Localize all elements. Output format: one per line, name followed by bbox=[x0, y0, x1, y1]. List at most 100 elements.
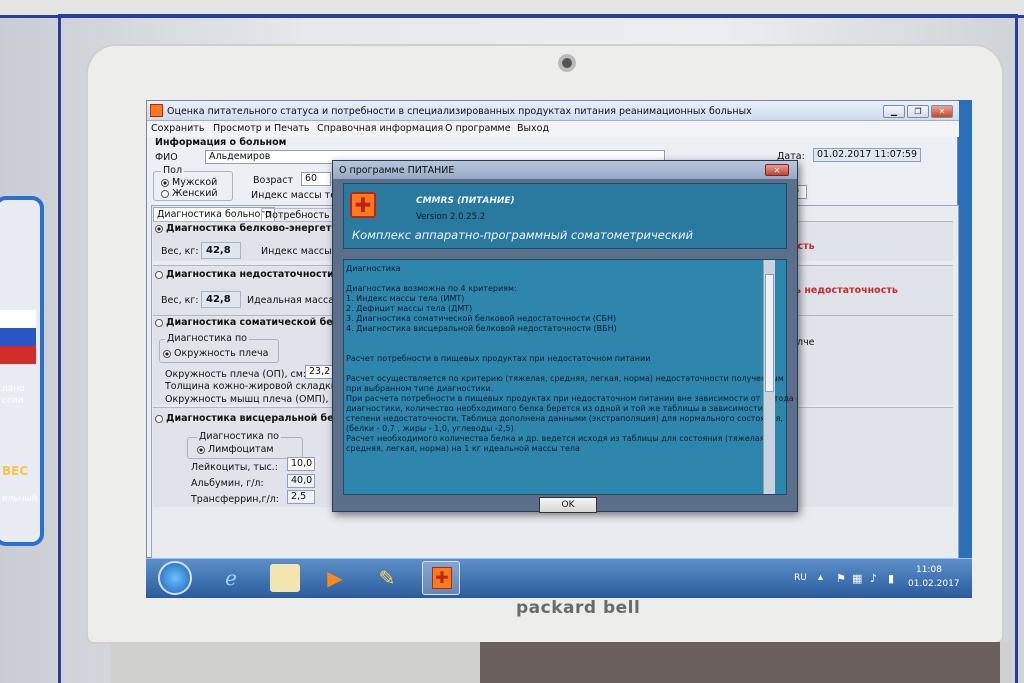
window-title: Оценка питательного статуса и потребност… bbox=[167, 106, 752, 117]
language-indicator[interactable]: RU bbox=[794, 573, 807, 583]
transferrin-label: Трансферрин,г/л: bbox=[191, 494, 279, 505]
product-subtitle: Комплекс аппаратно-программный соматомет… bbox=[352, 228, 693, 242]
pitanie-cross-icon: ✚ bbox=[432, 567, 452, 589]
text-line: диагностики, количество необходимого бел… bbox=[346, 404, 794, 414]
lymph-radio-label: Лимфоцитам bbox=[208, 444, 274, 455]
ie-icon[interactable]: ℯ bbox=[216, 564, 246, 592]
gender-label: Пол bbox=[161, 165, 184, 176]
text-line: Диагностика возможна по 4 критериям: bbox=[346, 284, 794, 294]
about-dialog: О программе ПИТАНИЕ ✕ ✚ CMMRS (ПИТАНИЕ) … bbox=[332, 160, 798, 512]
ideal-weight-label: Идеальная масса т bbox=[247, 295, 343, 306]
somatic-label: Диагностика соматической белк bbox=[166, 317, 346, 328]
clock-date[interactable]: 01.02.2017 bbox=[908, 579, 960, 589]
transferrin-input[interactable]: 2,5 bbox=[287, 490, 315, 504]
diag-by-label-2: Диагностика по bbox=[197, 431, 281, 442]
radio-lymph[interactable] bbox=[197, 446, 205, 454]
taskbar: ℯ ▶ ✎ ✚ RU ▴ ⚑ ▦ ♪ ▮ 11:08 01.02.2017 bbox=[146, 558, 972, 598]
dialog-close-icon[interactable]: ✕ bbox=[765, 164, 789, 176]
arm-radio[interactable]: Окружность плеча bbox=[163, 348, 268, 359]
text-line: Расчет необходимого количества белка и д… bbox=[346, 434, 794, 444]
tab-diagnostics[interactable]: Диагностика больного bbox=[153, 207, 275, 222]
radio-female[interactable] bbox=[161, 190, 169, 198]
start-button[interactable] bbox=[158, 561, 192, 595]
weight-input-1[interactable]: 42,8 bbox=[201, 242, 241, 259]
gender-female[interactable]: Женский bbox=[161, 188, 218, 199]
text-line: степени недостаточности. Таблица дополне… bbox=[346, 414, 794, 424]
text-line: 2. Дефицит массы тела (ДМТ) bbox=[346, 304, 794, 314]
text-line: При расчета потребности в пищевых продук… bbox=[346, 394, 794, 404]
protein-energy-radio[interactable]: Диагностика белково-энергетич bbox=[155, 223, 345, 234]
tray-flag-icon[interactable]: ⚑ bbox=[836, 572, 846, 585]
radio-male[interactable] bbox=[161, 179, 169, 187]
gender-male[interactable]: Мужской bbox=[161, 177, 217, 188]
somatic-radio[interactable]: Диагностика соматической белк bbox=[155, 317, 346, 328]
fio-label: ФИО bbox=[155, 152, 178, 163]
menu-save[interactable]: Сохранить bbox=[151, 123, 204, 134]
app-shortcut-icon[interactable]: ✎ bbox=[372, 564, 402, 592]
gender-female-label: Женский bbox=[172, 188, 218, 199]
title-bar[interactable]: Оценка питательного статуса и потребност… bbox=[147, 101, 959, 121]
tray-network-icon[interactable]: ▦ bbox=[852, 572, 862, 585]
side-text-2: ссии bbox=[2, 396, 24, 406]
media-player-icon[interactable]: ▶ bbox=[320, 564, 350, 592]
weight-label-1: Вес, кг: bbox=[161, 246, 199, 257]
pitanie-taskbar-icon[interactable]: ✚ bbox=[422, 561, 460, 595]
radio-somatic[interactable] bbox=[155, 319, 163, 327]
dialog-title-bar[interactable]: О программе ПИТАНИЕ ✕ bbox=[333, 161, 797, 179]
clock-time[interactable]: 11:08 bbox=[916, 565, 942, 575]
tray-arrow-icon[interactable]: ▴ bbox=[818, 572, 823, 583]
dialog-scrollbar[interactable] bbox=[763, 260, 775, 494]
dialog-text: Диагностика Диагностика возможна по 4 кр… bbox=[346, 264, 794, 454]
leuko-input[interactable]: 10,0 bbox=[287, 457, 315, 471]
age-label: Возраст bbox=[253, 175, 293, 186]
ok-button[interactable]: OK bbox=[539, 497, 597, 513]
leuko-label: Лейкоциты, тыс.: bbox=[191, 462, 278, 473]
text-line: 1. Индекс массы тела (ИМТ) bbox=[346, 294, 794, 304]
dialog-header: ✚ CMMRS (ПИТАНИЕ) Version 2.0.25.2 Компл… bbox=[343, 183, 787, 249]
muscle-label: Окружность мышц плеча (ОМП), см: bbox=[165, 394, 347, 405]
text-line: при выбранном типе диагностики. bbox=[346, 384, 794, 394]
lymph-radio[interactable]: Лимфоцитам bbox=[197, 444, 274, 455]
date-input[interactable]: 01.02.2017 11:07:59 bbox=[813, 148, 921, 162]
menu-print[interactable]: Просмотр и Печать bbox=[213, 123, 310, 134]
close-icon[interactable]: ✕ bbox=[931, 105, 953, 118]
albumin-label: Альбумин, г/л: bbox=[191, 478, 264, 489]
tray-power-icon[interactable]: ▮ bbox=[888, 572, 894, 585]
brand-logo: packard bell bbox=[516, 598, 676, 620]
visceral-radio[interactable]: Диагностика висцеральной белк bbox=[155, 413, 347, 424]
side-text-4: ельный bbox=[2, 494, 37, 504]
version-label: Version 2.0.25.2 bbox=[416, 212, 485, 222]
app-logo-icon: ✚ bbox=[350, 192, 376, 218]
text-line: Диагностика bbox=[346, 264, 794, 274]
radio-visceral[interactable] bbox=[155, 415, 163, 423]
text-line bbox=[346, 274, 794, 284]
scrollbar-thumb[interactable] bbox=[765, 274, 774, 392]
bmi-short-label: Индекс массы bbox=[261, 246, 332, 257]
laptop-base bbox=[480, 642, 1000, 683]
webcam bbox=[558, 54, 576, 72]
explorer-icon[interactable] bbox=[270, 564, 300, 592]
flag-red-stripe bbox=[0, 346, 36, 364]
menu-exit[interactable]: Выход bbox=[517, 123, 549, 134]
text-line bbox=[346, 344, 794, 354]
dialog-text-area[interactable]: Диагностика Диагностика возможна по 4 кр… bbox=[343, 259, 787, 495]
tray-volume-icon[interactable]: ♪ bbox=[870, 572, 877, 585]
arm-radio-label: Окружность плеча bbox=[174, 348, 268, 359]
status-4 bbox=[791, 457, 915, 471]
menu-reference[interactable]: Справочная информация bbox=[317, 123, 443, 134]
age-input[interactable]: 60 bbox=[301, 172, 331, 186]
menu-about[interactable]: О программе bbox=[445, 123, 511, 134]
text-line: Расчет осуществляется по критерию (тяжел… bbox=[346, 374, 794, 384]
insufficiency-radio[interactable]: Диагностика недостаточности п bbox=[155, 269, 344, 280]
radio-insufficiency[interactable] bbox=[155, 271, 163, 279]
status-1: ость bbox=[791, 241, 901, 255]
weight-input-2[interactable]: 42,8 bbox=[201, 291, 241, 308]
minimize-icon[interactable]: ▁ bbox=[883, 105, 905, 118]
radio-arm[interactable] bbox=[163, 350, 171, 358]
app-icon bbox=[150, 104, 163, 117]
albumin-input[interactable]: 40,0 bbox=[287, 474, 315, 488]
restore-icon[interactable]: ❐ bbox=[907, 105, 929, 118]
arm-input[interactable]: 23,2 bbox=[305, 365, 335, 379]
radio-protein-energy[interactable] bbox=[155, 225, 163, 233]
side-text-3: ВЕС bbox=[2, 466, 28, 476]
